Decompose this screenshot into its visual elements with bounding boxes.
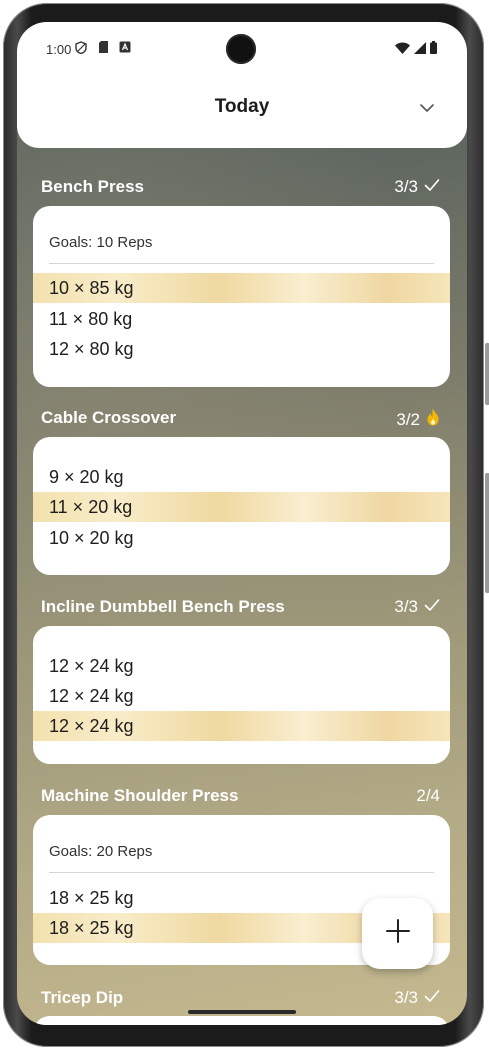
set-row[interactable]: 11 × 20 kg bbox=[33, 492, 450, 522]
set-row[interactable]: 12 × 24 kg bbox=[33, 711, 450, 741]
add-exercise-button[interactable] bbox=[362, 898, 433, 969]
exercise-title: Machine Shoulder Press bbox=[41, 786, 239, 805]
sd-card-icon bbox=[97, 41, 109, 53]
wifi-icon bbox=[395, 42, 410, 57]
status-right-icons bbox=[395, 41, 437, 57]
exercise-count: 3/2 bbox=[396, 408, 440, 431]
set-row[interactable]: 11 × 80 kg bbox=[33, 304, 450, 334]
set-row[interactable]: 12 × 80 kg bbox=[33, 334, 450, 364]
status-bar: 1:00 bbox=[17, 22, 467, 78]
divider bbox=[49, 872, 434, 873]
check-icon bbox=[424, 988, 440, 1008]
page-title: Today bbox=[214, 96, 270, 117]
exercise-title: Incline Dumbbell Bench Press bbox=[41, 597, 285, 616]
exercise-card[interactable]: 9 × 20 kg 11 × 20 kg 10 × 20 kg bbox=[33, 437, 450, 575]
power-button bbox=[485, 473, 489, 593]
set-row[interactable]: 10 × 85 kg bbox=[33, 273, 450, 303]
exercise-title: Bench Press bbox=[41, 177, 144, 196]
exercise-title: Cable Crossover bbox=[41, 408, 177, 427]
set-count: 3/2 bbox=[396, 409, 420, 429]
status-time: 1:00 bbox=[46, 42, 72, 57]
shield-icon bbox=[75, 40, 87, 54]
front-camera bbox=[226, 34, 256, 64]
exercise-count: 3/3 bbox=[394, 988, 440, 1008]
set-count: 3/3 bbox=[394, 597, 418, 616]
plus-icon bbox=[385, 918, 411, 949]
battery-icon bbox=[430, 41, 437, 57]
app-screen: Today 1:00 Bench Press 3/3 Goals: 10 Rep… bbox=[17, 22, 467, 1025]
app-a-icon bbox=[119, 41, 131, 53]
flame-icon bbox=[426, 408, 440, 431]
set-count: 3/3 bbox=[394, 988, 418, 1007]
signal-icon bbox=[414, 41, 426, 57]
set-count: 3/3 bbox=[394, 177, 418, 196]
set-row[interactable]: 12 × 24 kg bbox=[33, 681, 450, 711]
exercise-count: 2/4 bbox=[416, 786, 440, 806]
exercise-count: 3/3 bbox=[394, 597, 440, 617]
status-left-icons bbox=[75, 40, 131, 54]
divider bbox=[49, 263, 434, 264]
check-icon bbox=[424, 597, 440, 617]
exercise-card[interactable]: 12 × 24 kg 12 × 24 kg 12 × 24 kg bbox=[33, 626, 450, 764]
set-row[interactable]: 9 × 20 kg bbox=[33, 462, 450, 492]
exercise-count: 3/3 bbox=[394, 177, 440, 197]
exercise-card[interactable]: Goals: 10 Reps 10 × 85 kg 11 × 80 kg 12 … bbox=[33, 206, 450, 387]
home-indicator[interactable] bbox=[188, 1010, 296, 1014]
chevron-down-icon[interactable] bbox=[417, 98, 437, 118]
goals-label: Goals: 10 Reps bbox=[49, 234, 153, 251]
set-count: 2/4 bbox=[416, 786, 440, 805]
check-icon bbox=[424, 177, 440, 197]
exercise-card[interactable] bbox=[33, 1016, 450, 1025]
set-row[interactable]: 12 × 24 kg bbox=[33, 651, 450, 681]
exercise-title: Tricep Dip bbox=[41, 988, 124, 1007]
volume-button bbox=[485, 343, 489, 405]
goals-label: Goals: 20 Reps bbox=[49, 843, 153, 860]
set-row[interactable]: 10 × 20 kg bbox=[33, 523, 450, 553]
